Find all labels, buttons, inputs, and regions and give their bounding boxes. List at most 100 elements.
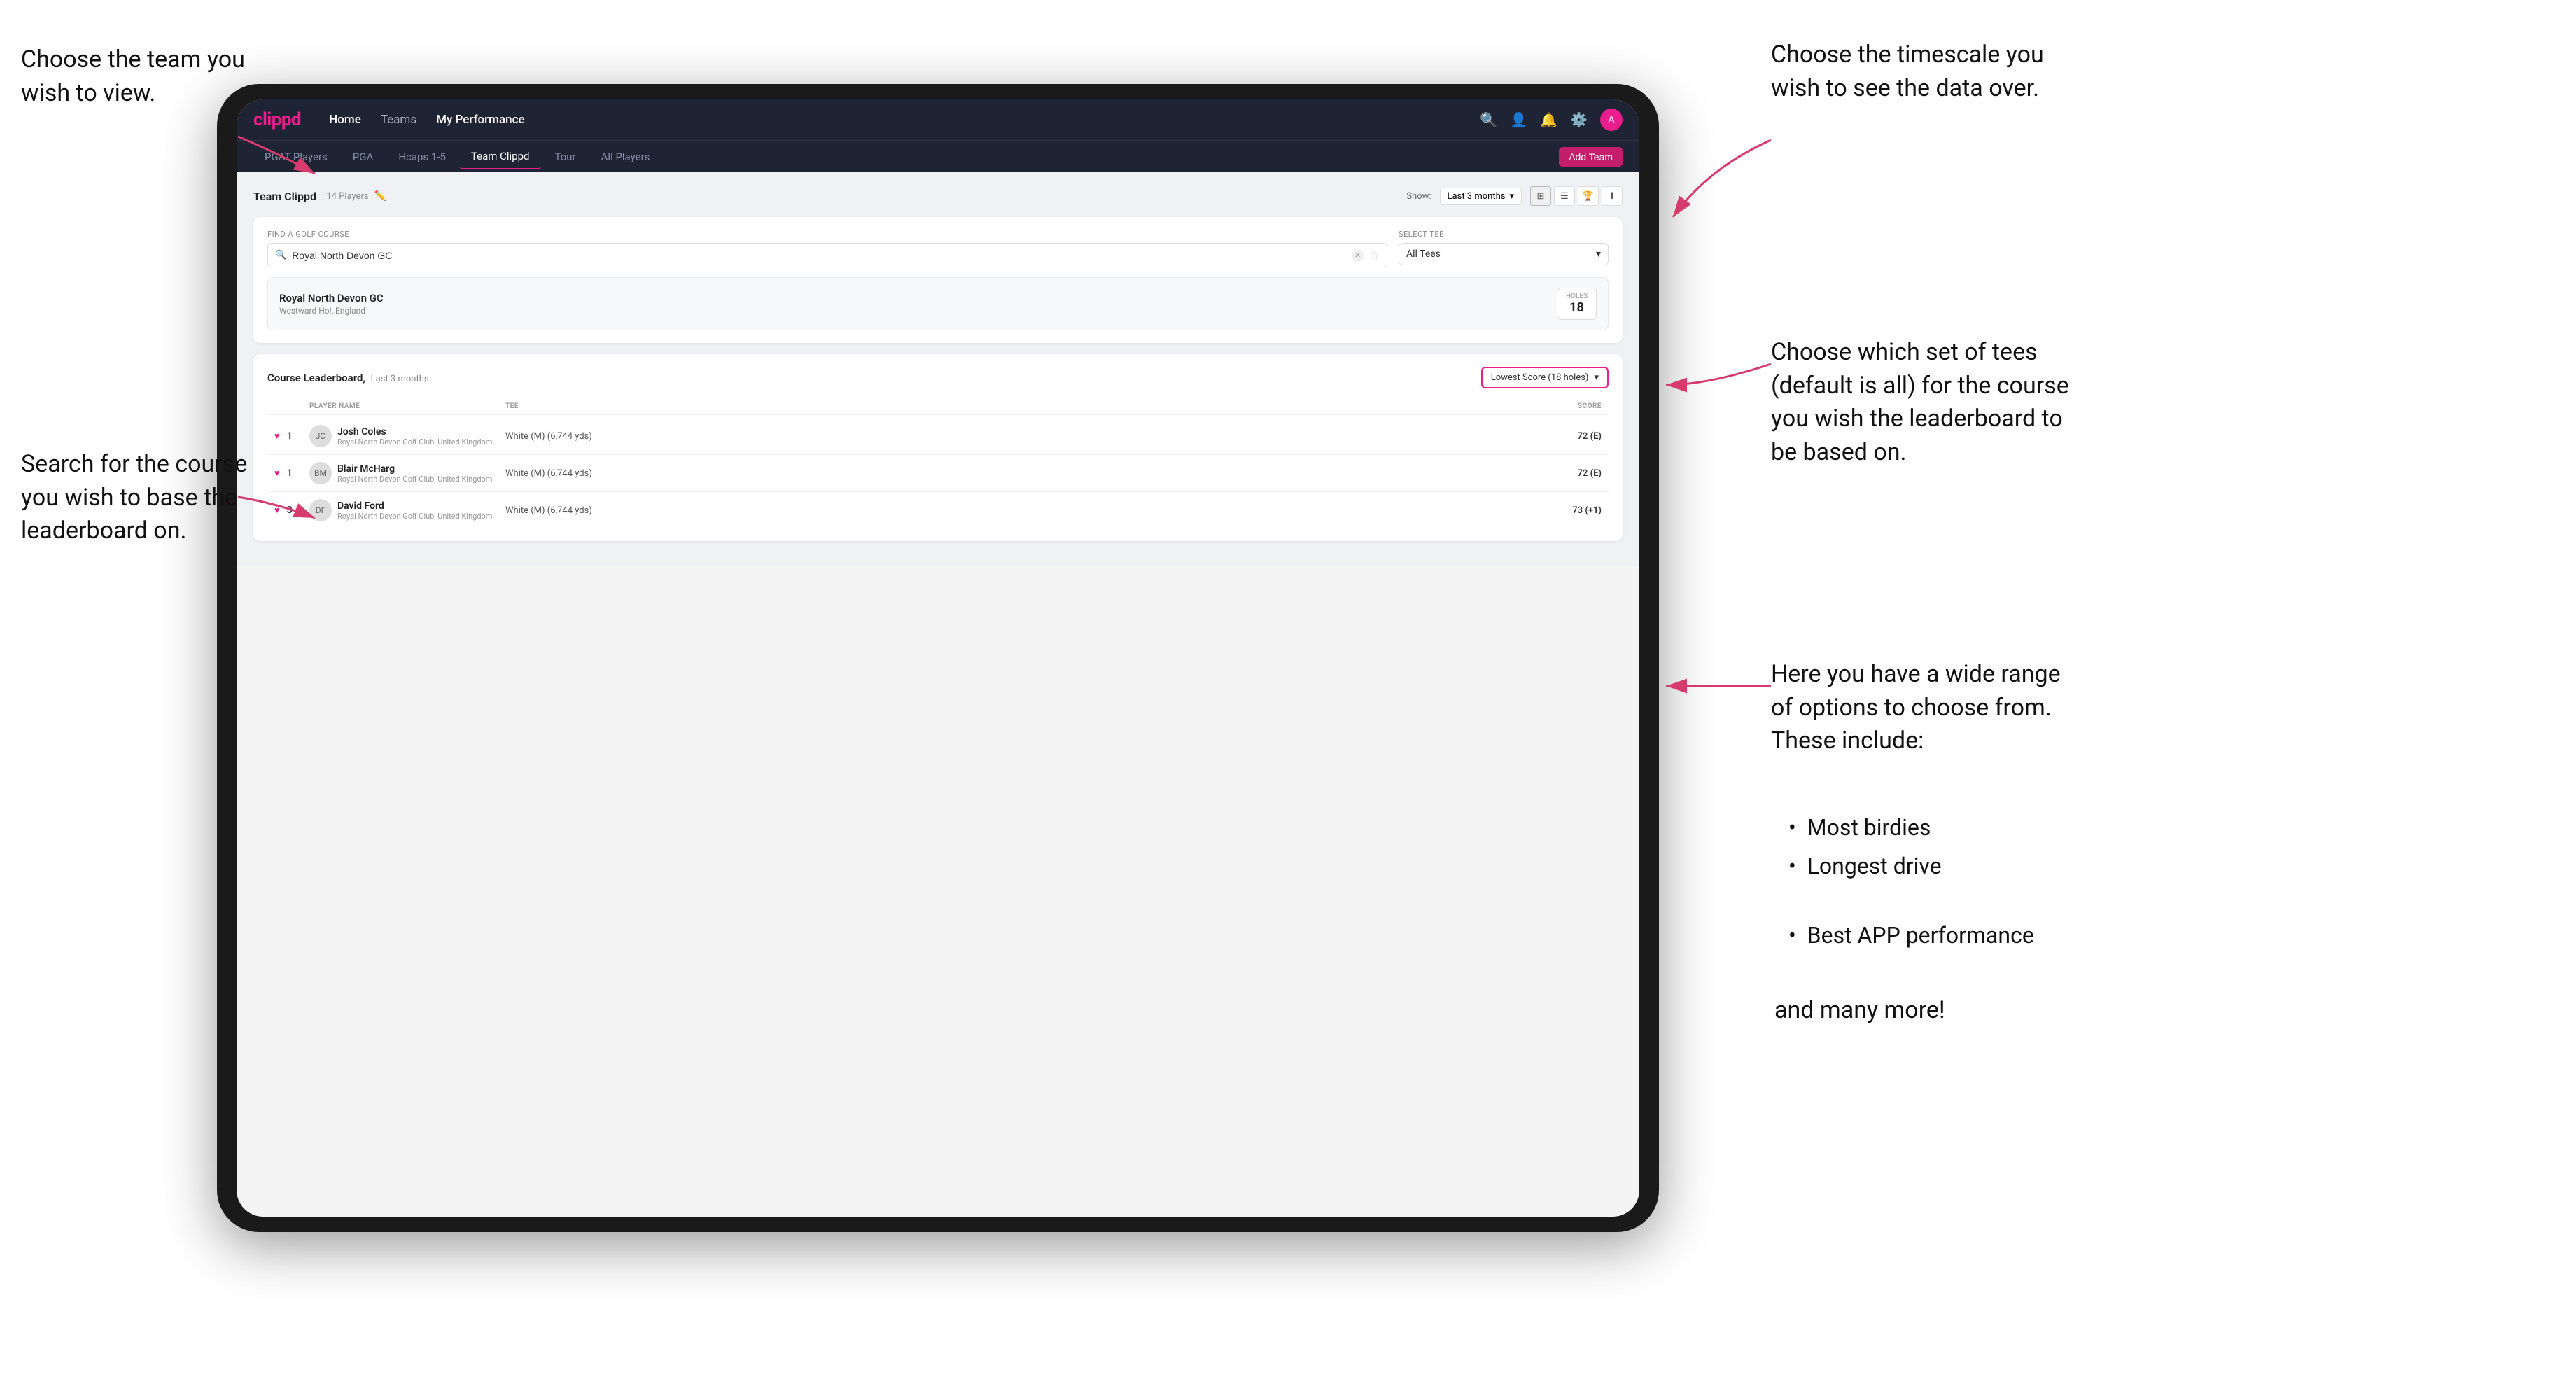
bell-icon[interactable]: 🔔	[1540, 111, 1558, 128]
bullet-2: • Longest drive	[1788, 850, 2034, 882]
team-name: Team Clippd	[253, 190, 316, 203]
show-label: Show:	[1406, 191, 1431, 202]
course-name: Royal North Devon GC	[279, 292, 384, 304]
nav-my-performance[interactable]: My Performance	[436, 113, 525, 127]
player-score-2: 72 (E)	[1518, 468, 1602, 479]
annotation-tees: Choose which set of tees(default is all)…	[1771, 336, 2069, 469]
favorite-heart-icon: ♥	[274, 430, 280, 442]
player-avatar-1: JC	[309, 425, 332, 447]
annotation-and-more: and many more!	[1774, 994, 1945, 1028]
player-tee-2: White (M) (6,744 yds)	[505, 468, 1518, 479]
player-avatar-3: DF	[309, 499, 332, 522]
show-value: Last 3 months	[1448, 191, 1506, 202]
holes-number: 18	[1566, 300, 1588, 315]
col-tee: TEE	[505, 402, 1518, 410]
search-section: Find a Golf Course 🔍 ✕ ☆ Select Tee All …	[267, 230, 1609, 267]
player-score-1: 72 (E)	[1518, 431, 1602, 442]
sub-nav-all-players[interactable]: All Players	[590, 145, 662, 169]
player-tee-3: White (M) (6,744 yds)	[505, 505, 1518, 516]
player-count: | 14 Players	[322, 191, 369, 202]
table-row: ♥ 1 BM Blair McHarg Royal North Devon Go…	[267, 455, 1609, 492]
dropdown-chevron-icon: ▾	[1509, 191, 1514, 202]
player-rank-2: ♥ 1	[274, 468, 309, 479]
trophy-view-icon[interactable]: 🏆	[1578, 186, 1599, 206]
sub-nav-pgat[interactable]: PGAT Players	[253, 145, 339, 169]
avatar[interactable]: A	[1600, 108, 1623, 131]
course-result: Royal North Devon GC Westward Ho!, Engla…	[267, 277, 1609, 330]
holes-badge: Holes 18	[1557, 288, 1597, 320]
tablet-frame: clippd Home Teams My Performance 🔍 👤 🔔 ⚙…	[217, 84, 1659, 1232]
nav-home[interactable]: Home	[329, 113, 361, 127]
settings-icon[interactable]: ⚙️	[1570, 111, 1588, 128]
player-tee-1: White (M) (6,744 yds)	[505, 431, 1518, 442]
tee-chevron-icon: ▾	[1596, 248, 1601, 260]
clear-search-button[interactable]: ✕	[1352, 249, 1364, 262]
player-score-3: 73 (+1)	[1518, 505, 1602, 516]
leaderboard-title: Course Leaderboard, Last 3 months	[267, 372, 429, 384]
sub-nav: PGAT Players PGA Hcaps 1-5 Team Clippd T…	[237, 140, 1639, 172]
score-type-label: Lowest Score (18 holes)	[1491, 372, 1589, 383]
bullet-3: • Best APP performance	[1788, 920, 2034, 951]
team-header: Team Clippd | 14 Players ✏️ Show: Last 3…	[253, 186, 1623, 206]
annotation-timescale: Choose the timescale youwish to see the …	[1771, 38, 2044, 105]
download-icon[interactable]: ⬇	[1602, 186, 1623, 206]
show-select[interactable]: Last 3 months ▾	[1440, 188, 1522, 205]
annotation-team: Choose the team youwish to view.	[21, 43, 245, 110]
player-name-2: Blair McHarg	[337, 463, 492, 475]
sub-nav-hcaps[interactable]: Hcaps 1-5	[387, 145, 457, 169]
favorite-heart-icon-2: ♥	[274, 468, 280, 479]
player-name-1: Josh Coles	[337, 426, 492, 438]
player-info-2: BM Blair McHarg Royal North Devon Golf C…	[309, 462, 505, 484]
player-avatar-2: BM	[309, 462, 332, 484]
player-info-1: JC Josh Coles Royal North Devon Golf Clu…	[309, 425, 505, 447]
player-rank-1: ♥ 1	[274, 430, 309, 442]
edit-icon[interactable]: ✏️	[374, 190, 386, 202]
table-row: ♥ 3 DF David Ford Royal North Devon Golf…	[267, 492, 1609, 528]
holes-label: Holes	[1566, 293, 1588, 300]
nav-teams[interactable]: Teams	[381, 113, 416, 127]
annotation-options: Here you have a wide rangeof options to …	[1771, 658, 2061, 758]
bullet-1: • Most birdies	[1788, 814, 1931, 841]
view-icons: ⊞ ☰ 🏆 ⬇	[1530, 186, 1623, 206]
search-card: Find a Golf Course 🔍 ✕ ☆ Select Tee All …	[253, 217, 1623, 343]
score-type-select[interactable]: Lowest Score (18 holes) ▾	[1481, 367, 1609, 388]
tee-value: All Tees	[1406, 248, 1441, 260]
player-club-3: Royal North Devon Golf Club, United King…	[337, 512, 492, 521]
person-icon[interactable]: 👤	[1510, 111, 1527, 128]
find-golf-course-label: Find a Golf Course	[267, 230, 1387, 239]
tee-field-wrap: Select Tee All Tees ▾	[1399, 230, 1609, 267]
annotation-bullets: • Most birdies • Longest drive • Best AP…	[1788, 812, 2034, 951]
favorite-heart-icon-3: ♥	[274, 505, 280, 516]
grid-view-icon[interactable]: ⊞	[1530, 186, 1551, 206]
sub-nav-team-clippd[interactable]: Team Clippd	[460, 144, 541, 169]
player-name-3: David Ford	[337, 500, 492, 512]
annotation-search: Search for the courseyou wish to base th…	[21, 448, 247, 548]
team-title: Team Clippd | 14 Players ✏️	[253, 190, 386, 203]
list-view-icon[interactable]: ☰	[1554, 186, 1575, 206]
tee-select[interactable]: All Tees ▾	[1399, 243, 1609, 265]
search-icon[interactable]: 🔍	[1480, 111, 1497, 128]
leaderboard-header: Course Leaderboard, Last 3 months Lowest…	[267, 367, 1609, 388]
favorite-icon[interactable]: ☆	[1370, 248, 1380, 262]
player-club-2: Royal North Devon Golf Club, United King…	[337, 475, 492, 484]
player-club-1: Royal North Devon Golf Club, United King…	[337, 438, 492, 447]
table-header: PLAYER NAME TEE SCORE	[267, 398, 1609, 415]
col-score: SCORE	[1518, 402, 1602, 410]
search-input-row: 🔍 ✕ ☆	[267, 243, 1387, 267]
tablet-screen: clippd Home Teams My Performance 🔍 👤 🔔 ⚙…	[237, 99, 1639, 1217]
col-rank	[274, 402, 309, 410]
nav-bar: clippd Home Teams My Performance 🔍 👤 🔔 ⚙…	[237, 99, 1639, 140]
leaderboard-card: Course Leaderboard, Last 3 months Lowest…	[253, 354, 1623, 541]
search-icon-small: 🔍	[275, 250, 286, 260]
sub-nav-tour[interactable]: Tour	[544, 145, 587, 169]
select-tee-label: Select Tee	[1399, 230, 1609, 239]
score-type-chevron-icon: ▾	[1594, 372, 1599, 383]
player-info-3: DF David Ford Royal North Devon Golf Clu…	[309, 499, 505, 522]
sub-nav-pga[interactable]: PGA	[342, 145, 384, 169]
add-team-button[interactable]: Add Team	[1559, 147, 1623, 167]
logo: clippd	[253, 109, 301, 130]
course-search-input[interactable]	[292, 250, 1345, 261]
course-info: Royal North Devon GC Westward Ho!, Engla…	[279, 292, 384, 316]
player-rank-3: ♥ 3	[274, 505, 309, 516]
table-row: ♥ 1 JC Josh Coles Royal North Devon Golf…	[267, 418, 1609, 455]
